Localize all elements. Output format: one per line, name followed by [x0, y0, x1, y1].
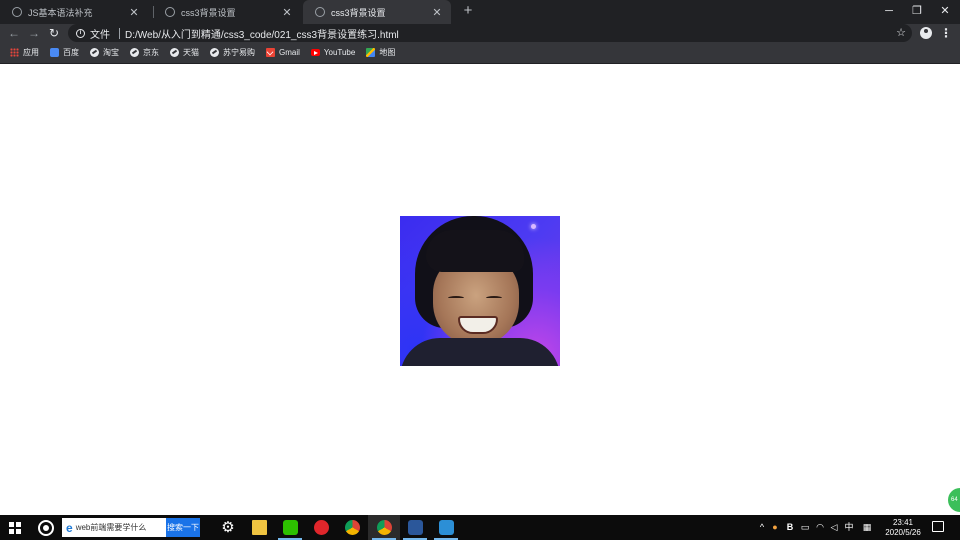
bookmark-maps[interactable]: 地图: [366, 47, 395, 58]
browser-toolbar: ← → ↻ i 文件 D:/Web/从入门到精通/css3_code/021_c…: [0, 24, 960, 42]
netease-music-icon: [313, 520, 329, 535]
taskbar-vscode[interactable]: [430, 515, 462, 540]
wechat-icon: [282, 520, 298, 535]
portrait-photo: [400, 216, 560, 366]
close-icon[interactable]: ✕: [279, 6, 295, 19]
taskbar-chrome-active[interactable]: [368, 515, 400, 540]
keyboard-icon[interactable]: ▦: [860, 515, 874, 540]
tab-title: css3背景设置: [331, 7, 386, 18]
search-button[interactable]: 搜索一下: [166, 518, 200, 537]
taskbar-word[interactable]: [399, 515, 431, 540]
photo-eye: [486, 296, 502, 300]
info-icon[interactable]: i: [76, 28, 85, 38]
maximize-button[interactable]: ❐: [902, 0, 932, 24]
globe-icon: [12, 7, 22, 17]
clock-time: 23:41: [892, 518, 914, 527]
windows-start-icon[interactable]: [9, 522, 21, 534]
close-icon[interactable]: ✕: [429, 6, 445, 19]
bookmark-label: 天猫: [183, 48, 199, 57]
vscode-icon: [438, 520, 454, 535]
close-icon[interactable]: ✕: [126, 6, 142, 19]
bookmark-label: 淘宝: [103, 48, 119, 57]
reload-button[interactable]: ↻: [45, 24, 63, 42]
photo-bangs: [426, 230, 524, 272]
taskbar-settings[interactable]: ⚙: [212, 515, 244, 540]
folder-icon: [251, 520, 267, 535]
photo-eye: [448, 296, 464, 300]
tab-css3-bg-1[interactable]: css3背景设置 ✕: [153, 0, 301, 24]
globe-icon: [315, 7, 325, 17]
globe-icon: [210, 48, 219, 57]
ie-icon: e: [66, 520, 73, 535]
minimize-button[interactable]: ─: [874, 0, 904, 24]
bookmark-label: YouTube: [323, 48, 356, 57]
globe-icon: [130, 48, 139, 57]
notification-icon[interactable]: [932, 521, 944, 532]
wifi-icon[interactable]: ◠: [814, 515, 826, 540]
youtube-icon: [310, 49, 320, 56]
taskbar: e web前端需要学什么 搜索一下 ⚙ ^ ● B ▭ ◠ ◁ 中 ▦ 23:4…: [0, 515, 960, 540]
address-bar[interactable]: i 文件 D:/Web/从入门到精通/css3_code/021_css3背景设…: [68, 24, 912, 42]
tab-title: JS基本语法补充: [28, 7, 93, 18]
tab-css3-bg-active[interactable]: css3背景设置 ✕: [303, 0, 451, 24]
profile-avatar-icon[interactable]: [920, 27, 932, 39]
chrome-icon: [344, 520, 360, 535]
tab-strip: JS基本语法补充 ✕ css3背景设置 ✕ css3背景设置 ✕ + ─ ❐ ✕: [0, 0, 960, 24]
bookmark-star-icon[interactable]: ☆: [894, 24, 908, 42]
taskbar-chrome[interactable]: [336, 515, 368, 540]
window-close-button[interactable]: ✕: [930, 0, 960, 24]
ime-indicator[interactable]: 中: [842, 515, 856, 540]
tray-chevron-icon[interactable]: ^: [756, 515, 768, 540]
photo-sparkle: [531, 224, 536, 229]
file-scheme-label: 文件: [90, 29, 110, 41]
page-content: [0, 65, 960, 515]
taskbar-search-box[interactable]: e web前端需要学什么: [62, 518, 166, 537]
globe-icon: [165, 7, 175, 17]
tab-js-basics[interactable]: JS基本语法补充 ✕: [0, 0, 148, 24]
bookmark-taobao[interactable]: 淘宝: [90, 47, 119, 58]
taskbar-netease-music[interactable]: [305, 515, 337, 540]
back-button[interactable]: ←: [5, 24, 23, 42]
bookmark-apps[interactable]: 应用: [10, 47, 39, 58]
url-text[interactable]: D:/Web/从入门到精通/css3_code/021_css3背景设置练习.h…: [125, 26, 399, 41]
clock[interactable]: 23:41 2020/5/26: [880, 518, 926, 538]
forward-button[interactable]: →: [25, 24, 43, 42]
bookmark-label: 地图: [379, 48, 396, 57]
gear-icon: ⚙: [221, 519, 235, 536]
bookmark-label: 百度: [63, 48, 79, 57]
photo-jacket: [400, 338, 560, 366]
taskbar-wechat[interactable]: [274, 515, 306, 540]
bookmark-label: 京东: [143, 48, 159, 57]
new-tab-button[interactable]: +: [459, 2, 477, 20]
volume-icon[interactable]: ◁: [828, 515, 840, 540]
bookmark-baidu[interactable]: 百度: [50, 47, 79, 58]
bookmark-label: 苏宁易购: [223, 48, 255, 57]
divider: [119, 27, 120, 39]
globe-icon: [170, 48, 179, 57]
bookmark-jd[interactable]: 京东: [130, 47, 159, 58]
menu-icon[interactable]: ⋮: [940, 24, 952, 42]
baidu-icon: [50, 48, 59, 57]
bookmark-gmail[interactable]: Gmail: [266, 48, 300, 57]
search-text: web前端需要学什么: [75, 523, 147, 532]
globe-icon: [90, 48, 99, 57]
word-icon: [407, 520, 423, 535]
bookmark-label: 应用: [23, 48, 39, 57]
cortana-icon[interactable]: [38, 520, 54, 536]
bookmark-youtube[interactable]: YouTube: [310, 48, 356, 57]
tray-app-icon[interactable]: ●: [770, 515, 780, 540]
taskbar-file-explorer[interactable]: [243, 515, 275, 540]
bookmark-label: Gmail: [279, 48, 300, 57]
gmail-icon: [266, 48, 275, 57]
bookmarks-bar: 应用 百度 淘宝 京东 天猫 苏宁易购 Gmail YouTube 地图: [0, 42, 960, 64]
bookmark-tmall[interactable]: 天猫: [170, 47, 199, 58]
chrome-icon: [376, 520, 392, 535]
battery-icon[interactable]: ▭: [798, 515, 812, 540]
apps-icon: [10, 48, 19, 57]
maps-icon: [366, 48, 376, 57]
tray-b-icon[interactable]: B: [784, 515, 796, 540]
clock-date: 2020/5/26: [885, 528, 921, 537]
bookmark-suning[interactable]: 苏宁易购: [210, 47, 255, 58]
tab-title: css3背景设置: [181, 7, 236, 18]
